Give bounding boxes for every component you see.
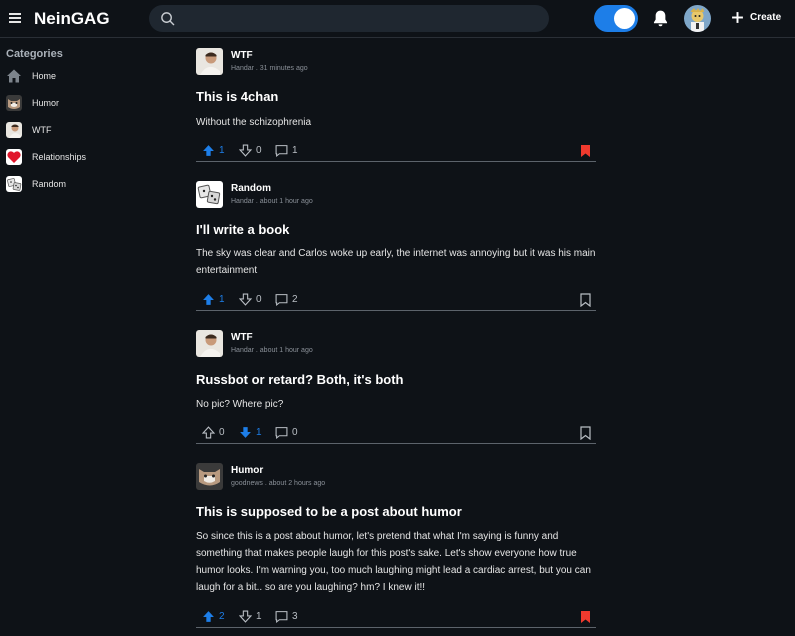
comment-count: 2 [292, 294, 298, 305]
categories-heading: Categories [6, 48, 63, 60]
comment-count: 3 [292, 611, 298, 622]
sidebar-item-relationships[interactable]: Relationships [6, 149, 86, 165]
sidebar-item-label: Relationships [32, 152, 87, 162]
post-body: So since this is a post about humor, let… [196, 531, 591, 593]
man-icon[interactable] [196, 48, 223, 75]
cat-icon [6, 95, 22, 111]
downvote-arrow-icon [239, 610, 252, 623]
upvote-count: 0 [219, 427, 225, 438]
upvote-count: 1 [219, 145, 225, 156]
comments-button[interactable]: 1 [275, 144, 298, 157]
upvote-button[interactable]: 1 [202, 144, 225, 157]
bookmark-icon[interactable] [580, 610, 591, 624]
create-label: Create [750, 12, 782, 23]
downvote-count: 0 [256, 294, 262, 305]
theme-toggle[interactable] [594, 5, 638, 32]
post-meta: Handar . about 1 hour ago [231, 198, 313, 205]
post-category[interactable]: Humor [231, 465, 263, 476]
sidebar-item-random[interactable]: Random [6, 176, 66, 192]
downvote-count: 1 [256, 427, 262, 438]
downvote-button[interactable]: 1 [239, 610, 262, 623]
post-actions: 0 1 0 [196, 426, 596, 442]
search-icon [161, 12, 175, 26]
downvote-arrow-icon [240, 427, 251, 438]
bookmark-icon[interactable] [580, 144, 591, 158]
post-title[interactable]: This is supposed to be a post about humo… [196, 504, 462, 519]
comment-icon [275, 611, 288, 623]
post-meta: Handar . 31 minutes ago [231, 65, 308, 72]
comments-button[interactable]: 3 [275, 610, 298, 623]
comments-button[interactable]: 2 [275, 293, 298, 306]
search-input[interactable] [183, 9, 533, 28]
downvote-arrow-icon [239, 293, 252, 306]
create-button[interactable]: Create [731, 11, 781, 24]
upvote-count: 1 [219, 294, 225, 305]
sidebar-item-label: WTF [32, 125, 52, 135]
downvote-count: 1 [256, 611, 262, 622]
sidebar-item-home[interactable]: Home [6, 68, 56, 84]
upvote-button[interactable]: 1 [202, 293, 225, 306]
sidebar-item-humor[interactable]: Humor [6, 95, 59, 111]
plus-icon [732, 12, 743, 23]
sidebar-item-label: Humor [32, 98, 60, 108]
post-category[interactable]: Random [231, 183, 271, 194]
bookmark-icon[interactable] [580, 293, 591, 307]
post-actions: 1 0 1 [196, 144, 596, 160]
post-body: No pic? Where pic? [196, 399, 284, 410]
post-title[interactable]: I'll write a book [196, 222, 289, 237]
post-category[interactable]: WTF [231, 50, 253, 61]
post-divider [196, 310, 596, 311]
upvote-arrow-icon [203, 294, 214, 305]
downvote-count: 0 [256, 145, 262, 156]
downvote-button[interactable]: 0 [239, 144, 262, 157]
post-divider [196, 627, 596, 628]
menu-icon[interactable] [9, 13, 21, 23]
upvote-count: 2 [219, 611, 225, 622]
post-meta: Handar . about 1 hour ago [231, 347, 313, 354]
man-icon [6, 122, 22, 138]
heart-icon [6, 149, 22, 165]
site-logo[interactable]: NeinGAG [34, 9, 110, 29]
downvote-arrow-icon [239, 144, 252, 157]
bell-icon[interactable] [652, 9, 669, 28]
bookmark-icon[interactable] [580, 426, 591, 440]
comment-count: 0 [292, 427, 298, 438]
comment-icon [275, 145, 288, 157]
search-bar[interactable] [149, 5, 549, 32]
downvote-button[interactable]: 1 [239, 426, 262, 439]
post-meta: goodnews . about 2 hours ago [231, 480, 326, 487]
post-body: The sky was clear and Carlos woke up ear… [196, 248, 596, 276]
upvote-arrow-icon [203, 611, 214, 622]
man-icon[interactable] [196, 330, 223, 357]
comments-button[interactable]: 0 [275, 426, 298, 439]
upvote-button[interactable]: 2 [202, 610, 225, 623]
post-body: Without the schizophrenia [196, 117, 312, 128]
sidebar-item-label: Random [32, 179, 67, 189]
sidebar-item-wtf[interactable]: WTF [6, 122, 52, 138]
home-icon [7, 69, 21, 83]
upvote-arrow-icon [203, 145, 214, 156]
downvote-button[interactable]: 0 [239, 293, 262, 306]
dice-icon [6, 176, 22, 192]
post-category[interactable]: WTF [231, 332, 253, 343]
sidebar-item-label: Home [32, 71, 57, 81]
post-title[interactable]: This is 4chan [196, 89, 278, 104]
toggle-knob [614, 8, 635, 29]
top-bar: NeinGAG Create [0, 0, 795, 38]
post-actions: 2 1 3 [196, 610, 596, 626]
post-divider [196, 443, 596, 444]
upvote-button[interactable]: 0 [202, 426, 225, 439]
dice-icon[interactable] [196, 181, 223, 208]
user-avatar[interactable] [684, 5, 711, 32]
post-divider [196, 161, 596, 162]
upvote-arrow-icon [202, 426, 215, 439]
cat-icon[interactable] [196, 463, 223, 490]
post-title[interactable]: Russbot or retard? Both, it's both [196, 372, 403, 387]
comment-count: 1 [292, 145, 298, 156]
post-actions: 1 0 2 [196, 293, 596, 309]
comment-icon [275, 427, 288, 439]
comment-icon [275, 294, 288, 306]
